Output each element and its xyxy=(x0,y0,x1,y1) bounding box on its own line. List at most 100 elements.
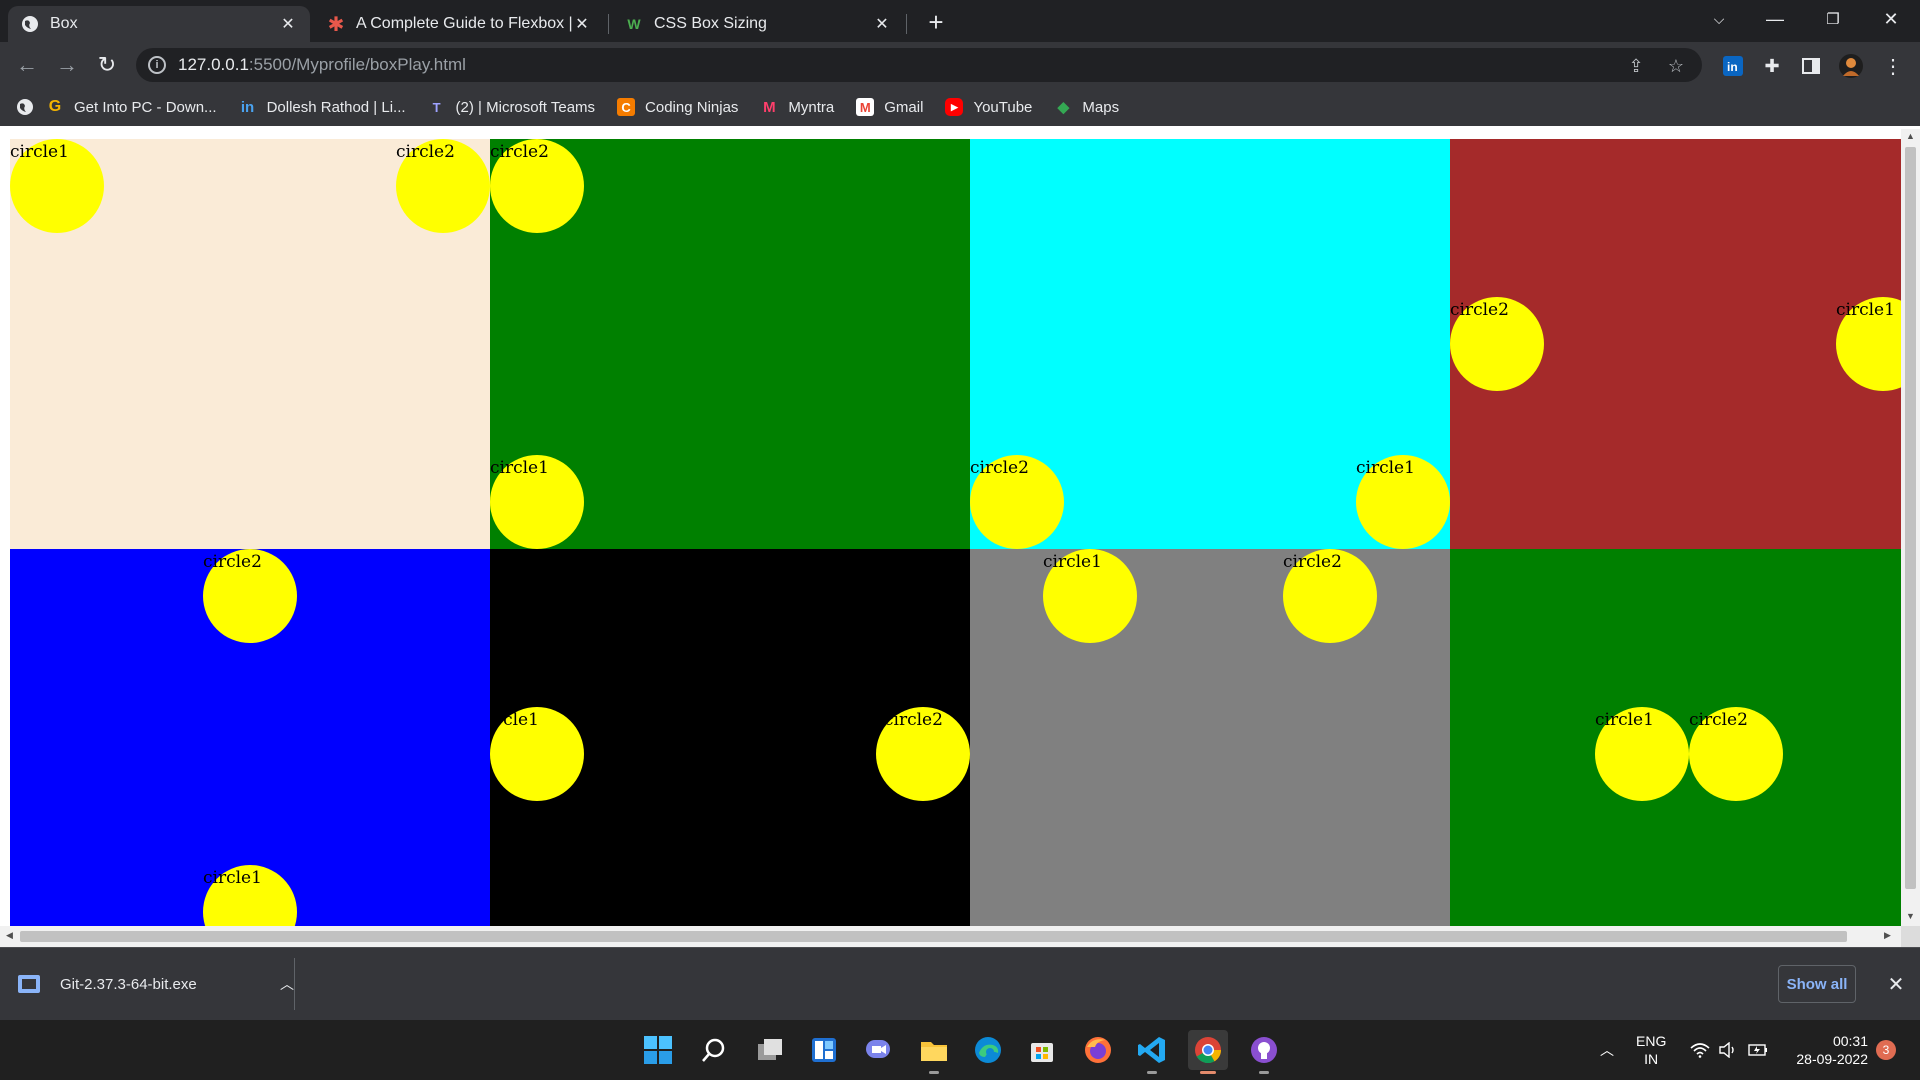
circle-1: circle1 xyxy=(490,455,584,549)
language-indicator[interactable]: ENG IN xyxy=(1636,1032,1666,1068)
minimize-button[interactable]: — xyxy=(1752,0,1798,38)
coding-ninjas-icon: C xyxy=(617,98,636,116)
url-host: 127.0.0.1 xyxy=(178,55,249,74)
vscode-icon[interactable] xyxy=(1132,1030,1172,1074)
box-5: circle2 circle1 xyxy=(10,549,490,947)
scroll-left-icon[interactable]: ◀ xyxy=(6,930,13,941)
vertical-scrollbar[interactable]: ▲ ▼ xyxy=(1901,129,1920,926)
close-icon[interactable]: ✕ xyxy=(572,14,592,34)
start-icon[interactable] xyxy=(638,1030,678,1070)
more-menu-icon[interactable]: ⋮ xyxy=(1880,53,1906,79)
battery-icon[interactable] xyxy=(1746,1020,1768,1080)
tab-flexbox-guide[interactable]: ✱ A Complete Guide to Flexbox | CSS ✕ xyxy=(314,6,604,42)
chevron-up-icon[interactable]: ︿ xyxy=(280,974,294,994)
circle-1: circle1 xyxy=(1595,707,1689,801)
close-icon[interactable]: ✕ xyxy=(872,14,892,34)
w3schools-icon: W xyxy=(627,16,641,32)
bookmark-myntra[interactable]: M Myntra xyxy=(760,98,834,116)
search-icon[interactable] xyxy=(694,1030,734,1070)
tab-search-button[interactable]: ⌵ xyxy=(1696,0,1742,38)
bookmark-coding-ninjas[interactable]: C Coding Ninjas xyxy=(617,98,738,116)
restore-button[interactable]: ❐ xyxy=(1810,0,1856,38)
close-download-shelf-icon[interactable]: ✕ xyxy=(1885,973,1907,996)
tab-box[interactable]: Box ✕ xyxy=(8,6,310,42)
show-hidden-icons[interactable]: ︿ xyxy=(1600,1020,1614,1080)
file-explorer-icon[interactable] xyxy=(914,1030,954,1074)
volume-icon[interactable] xyxy=(1718,1020,1738,1080)
apps-globe-icon[interactable] xyxy=(16,98,34,116)
url-path: :5500/Myprofile/boxPlay.html xyxy=(248,55,466,74)
store-icon[interactable] xyxy=(1022,1030,1062,1070)
scroll-down-icon[interactable]: ▼ xyxy=(1906,911,1915,921)
github-desktop-icon[interactable] xyxy=(1244,1030,1284,1074)
tab-title: CSS Box Sizing xyxy=(654,15,767,32)
circle-label: circle1 xyxy=(10,142,69,162)
new-tab-button[interactable]: + xyxy=(922,7,950,37)
vertical-scroll-thumb[interactable] xyxy=(1905,147,1916,889)
download-separator xyxy=(294,958,295,1010)
firefox-icon[interactable] xyxy=(1078,1030,1118,1070)
bookmark-label: Myntra xyxy=(788,98,835,116)
teams-chat-icon[interactable] xyxy=(858,1030,898,1070)
notification-badge[interactable]: 3 xyxy=(1876,1040,1896,1060)
show-all-button[interactable]: Show all xyxy=(1778,965,1856,1003)
reload-button[interactable]: ↻ xyxy=(91,49,123,81)
widgets-icon[interactable] xyxy=(804,1030,844,1070)
close-icon[interactable]: ✕ xyxy=(278,14,298,34)
box-1: circle1 circle2 xyxy=(10,139,490,549)
language-region: IN xyxy=(1644,1051,1659,1067)
extensions-puzzle-icon[interactable]: ✚ xyxy=(1759,53,1785,79)
horizontal-scroll-thumb[interactable] xyxy=(20,931,1847,942)
horizontal-scrollbar[interactable]: ◀ ▶ xyxy=(0,926,1901,947)
download-file-name: Git-2.37.3-64-bit.exe xyxy=(60,975,197,993)
circle-label: circle2 xyxy=(396,142,455,162)
bookmark-star-icon[interactable]: ☆ xyxy=(1664,54,1688,78)
download-item[interactable]: Git-2.37.3-64-bit.exe ︿ xyxy=(18,962,294,1006)
scroll-up-icon[interactable]: ▲ xyxy=(1906,131,1915,141)
scrollbar-corner xyxy=(1901,926,1920,947)
circle-2: circle2 xyxy=(1450,297,1544,391)
bookmark-label: YouTube xyxy=(973,98,1033,116)
bookmark-teams[interactable]: T (2) | Microsoft Teams xyxy=(428,98,595,116)
info-icon[interactable]: i xyxy=(148,56,166,74)
bookmark-maps[interactable]: ◆ Maps xyxy=(1054,98,1119,117)
chrome-icon[interactable] xyxy=(1188,1030,1228,1074)
scroll-right-icon[interactable]: ▶ xyxy=(1884,930,1891,941)
tab-css-box-sizing[interactable]: W CSS Box Sizing ✕ xyxy=(612,6,904,42)
circle-label: circle2 xyxy=(490,142,549,162)
tab-title: A Complete Guide to Flexbox | CSS xyxy=(356,15,572,32)
bookmarks-bar: G Get Into PC - Down... in Dollesh Rathod … xyxy=(0,88,1920,126)
bookmark-youtube[interactable]: ▶ YouTube xyxy=(945,98,1032,116)
linkedin-extension-icon[interactable]: in xyxy=(1720,53,1746,79)
close-window-button[interactable]: ✕ xyxy=(1868,0,1914,38)
circle-label: circle1 xyxy=(1836,300,1895,320)
profile-avatar[interactable] xyxy=(1838,53,1864,79)
share-icon[interactable]: ⇪ xyxy=(1624,54,1648,78)
system-clock[interactable]: 00:31 28-09-2022 xyxy=(1786,1032,1868,1068)
bookmark-label: Get Into PC - Down... xyxy=(74,98,217,116)
tab-separator xyxy=(906,14,907,34)
address-bar[interactable]: i 127.0.0.1:5500/Myprofile/boxPlay.html … xyxy=(136,48,1702,82)
box-8: circle1 circle2 xyxy=(1450,549,1901,947)
teams-icon: T xyxy=(432,99,441,115)
circle-1: circle1 xyxy=(1043,549,1137,643)
forward-button[interactable]: → xyxy=(51,49,83,81)
bookmark-label: (2) | Microsoft Teams xyxy=(455,98,596,116)
circle-label: circle2 xyxy=(1283,552,1342,572)
edge-icon[interactable] xyxy=(968,1030,1008,1070)
circle-label: circle1 xyxy=(1356,458,1415,478)
bookmark-gmail[interactable]: M Gmail xyxy=(856,98,923,116)
bookmark-getintopc[interactable]: G Get Into PC - Down... xyxy=(46,98,217,116)
task-view-icon[interactable] xyxy=(750,1030,790,1070)
tab-title: Box xyxy=(50,15,78,32)
wifi-icon[interactable] xyxy=(1690,1020,1710,1080)
circle-label: circle2 xyxy=(203,552,262,572)
url-text[interactable]: 127.0.0.1:5500/Myprofile/boxPlay.html xyxy=(178,55,466,75)
circle-1: circle1 xyxy=(10,139,104,233)
circle-2: circle2 xyxy=(1689,707,1783,801)
bookmark-linkedin[interactable]: in Dollesh Rathod | Li... xyxy=(239,98,406,116)
circle-label: circle1 xyxy=(490,458,549,478)
back-button[interactable]: ← xyxy=(11,49,43,81)
side-panel-icon[interactable] xyxy=(1798,53,1824,79)
tab-separator xyxy=(608,14,609,34)
